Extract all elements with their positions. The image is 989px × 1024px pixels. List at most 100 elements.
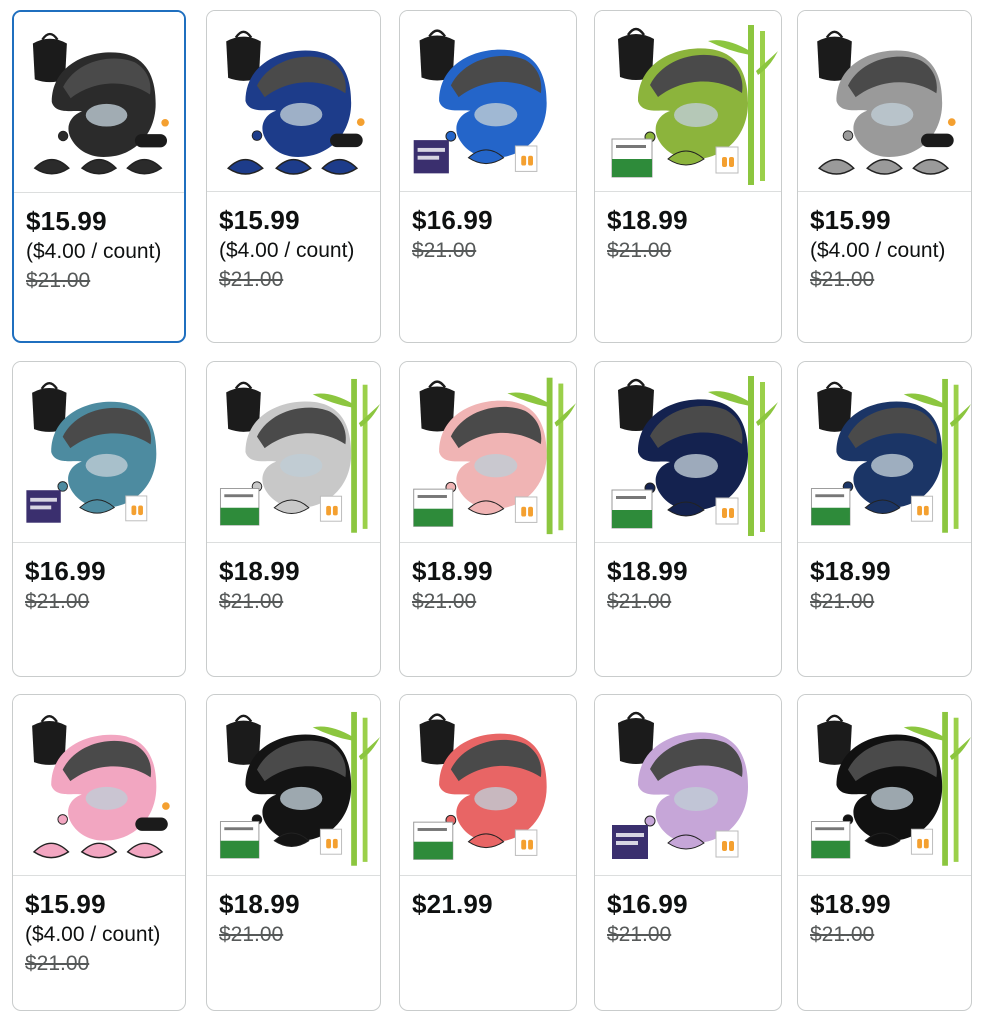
memory-foam-box-icon	[611, 138, 653, 178]
neck-pillow-icon	[836, 401, 943, 508]
variant-card[interactable]: $21.99	[399, 694, 577, 1011]
neck-pillow-icon	[836, 734, 943, 841]
product-thumbnail	[207, 11, 380, 191]
product-thumbnail	[14, 12, 184, 192]
earplugs-icon	[715, 146, 739, 174]
list-price: $21.00	[219, 590, 284, 613]
variant-card[interactable]: $15.99 ($4.00 / count) $21.00	[206, 10, 381, 343]
divider	[595, 542, 781, 543]
variant-card[interactable]: $16.99 $21.00	[399, 10, 577, 343]
variant-card[interactable]: $16.99 $21.00	[594, 694, 782, 1011]
earplugs-icon	[319, 828, 343, 855]
price: $15.99	[25, 889, 106, 919]
variant-card[interactable]: $15.99 ($4.00 / count) $21.00	[12, 10, 186, 343]
list-price: $21.00	[810, 590, 875, 613]
memory-foam-box-icon	[219, 488, 260, 526]
neck-pillow-icon	[245, 734, 352, 841]
divider	[207, 191, 380, 192]
price: $18.99	[219, 556, 300, 586]
neck-pillow-icon	[638, 399, 748, 511]
divider	[400, 191, 576, 192]
product-thumbnail	[207, 362, 380, 542]
product-thumbnail	[400, 695, 576, 875]
memory-foam-box-icon	[611, 489, 653, 529]
unit-price: ($4.00 / count)	[810, 239, 946, 262]
product-thumbnail	[595, 362, 781, 542]
product-thumbnail	[400, 11, 576, 191]
list-price: $21.00	[219, 923, 284, 946]
earplugs-icon	[514, 496, 538, 523]
variant-card[interactable]: $15.99 ($4.00 / count) $21.00	[12, 694, 186, 1011]
sleep-mask-box-icon	[612, 825, 648, 859]
list-price: $21.00	[607, 923, 672, 946]
memory-foam-box-icon	[219, 821, 260, 859]
variant-card[interactable]: $15.99 ($4.00 / count) $21.00	[797, 10, 972, 343]
divider	[400, 875, 576, 876]
memory-foam-box-icon	[413, 821, 454, 860]
divider	[14, 192, 184, 193]
unit-price: ($4.00 / count)	[219, 239, 355, 262]
list-price: $21.00	[810, 268, 875, 291]
list-price: $21.00	[219, 268, 284, 291]
earplugs-icon	[715, 830, 739, 858]
variant-card[interactable]: $18.99 $21.00	[594, 361, 782, 677]
earplugs-icon	[910, 828, 934, 855]
earplugs-icon	[319, 495, 343, 522]
variant-card[interactable]: $18.99 $21.00	[797, 694, 972, 1011]
list-price: $21.00	[412, 239, 477, 262]
divider	[13, 542, 185, 543]
divider	[798, 542, 971, 543]
list-price: $21.00	[26, 269, 91, 292]
neck-pillow-icon	[439, 733, 547, 842]
price: $16.99	[412, 205, 493, 235]
sleep-mask-box-icon	[413, 140, 449, 174]
price: $21.99	[412, 889, 493, 919]
list-price: $21.00	[412, 590, 477, 613]
variant-card[interactable]: $16.99 $21.00	[12, 361, 186, 677]
price: $18.99	[810, 889, 891, 919]
product-thumbnail	[798, 362, 971, 542]
product-thumbnail	[207, 695, 380, 875]
neck-pillow-icon	[245, 401, 352, 508]
price: $16.99	[607, 889, 688, 919]
product-thumbnail	[595, 695, 781, 875]
unit-price: ($4.00 / count)	[25, 923, 161, 946]
variant-card[interactable]: $18.99 $21.00	[206, 694, 381, 1011]
price: $18.99	[219, 889, 300, 919]
divider	[400, 542, 576, 543]
product-thumbnail	[798, 695, 971, 875]
list-price: $21.00	[607, 239, 672, 262]
product-thumbnail	[13, 695, 185, 875]
memory-foam-box-icon	[810, 821, 851, 859]
earplugs-icon	[125, 495, 148, 522]
price: $18.99	[810, 556, 891, 586]
divider	[595, 191, 781, 192]
variant-card[interactable]: $18.99 $21.00	[399, 361, 577, 677]
earplugs-icon	[715, 497, 739, 525]
divider	[207, 542, 380, 543]
price: $18.99	[607, 556, 688, 586]
earplugs-icon	[910, 495, 934, 522]
price: $16.99	[25, 556, 106, 586]
neck-pillow-icon	[439, 400, 547, 509]
neck-pillow-icon	[51, 401, 157, 508]
list-price: $21.00	[810, 923, 875, 946]
divider	[595, 875, 781, 876]
neck-pillow-icon	[638, 48, 748, 160]
memory-foam-box-icon	[810, 488, 851, 526]
variant-card[interactable]: $18.99 $21.00	[206, 361, 381, 677]
price: $15.99	[810, 205, 891, 235]
price: $18.99	[412, 556, 493, 586]
product-thumbnail	[798, 11, 971, 191]
divider	[798, 191, 971, 192]
earplugs-icon	[514, 829, 538, 856]
neck-pillow-icon	[439, 49, 547, 158]
variant-card[interactable]: $18.99 $21.00	[797, 361, 972, 677]
memory-foam-box-icon	[413, 488, 454, 527]
price: $15.99	[26, 206, 107, 236]
list-price: $21.00	[607, 590, 672, 613]
variant-card[interactable]: $18.99 $21.00	[594, 10, 782, 343]
divider	[13, 875, 185, 876]
product-thumbnail	[595, 11, 781, 191]
unit-price: ($4.00 / count)	[26, 240, 162, 263]
